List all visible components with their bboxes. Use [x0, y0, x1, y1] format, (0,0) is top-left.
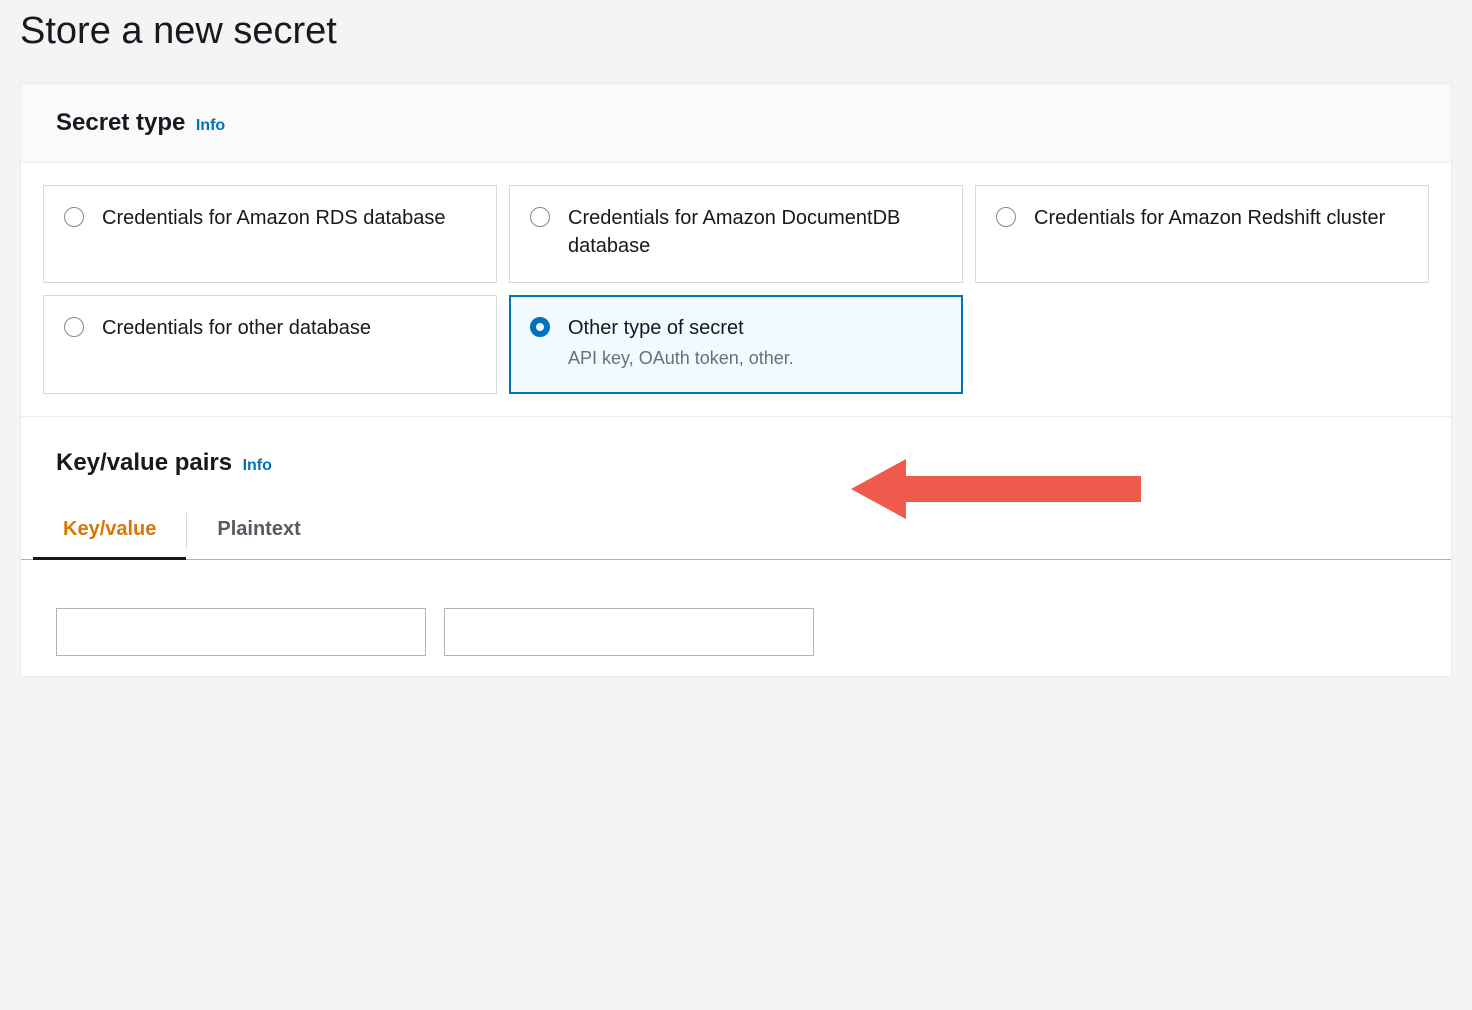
- tab-key-value[interactable]: Key/value: [33, 502, 186, 560]
- kv-tabs: Key/value Plaintext: [21, 502, 1451, 560]
- option-redshift[interactable]: Credentials for Amazon Redshift cluster: [975, 185, 1429, 283]
- value-input[interactable]: [444, 608, 814, 656]
- option-documentdb[interactable]: Credentials for Amazon DocumentDB databa…: [509, 185, 963, 283]
- radio-icon: [530, 317, 550, 337]
- key-value-info-link[interactable]: Info: [243, 457, 272, 474]
- tab-plaintext[interactable]: Plaintext: [187, 502, 330, 559]
- option-label: Other type of secret: [568, 314, 794, 342]
- key-value-header: Key/value pairs Info: [21, 416, 1451, 502]
- option-other-secret[interactable]: Other type of secret API key, OAuth toke…: [509, 295, 963, 394]
- option-label: Credentials for Amazon DocumentDB databa…: [568, 204, 942, 260]
- kv-input-row: [21, 560, 1451, 676]
- radio-icon: [996, 207, 1016, 227]
- radio-icon: [64, 207, 84, 227]
- option-label: Credentials for Amazon Redshift cluster: [1034, 204, 1385, 232]
- key-value-heading: Key/value pairs: [56, 449, 232, 477]
- radio-icon: [530, 207, 550, 227]
- option-label: Credentials for other database: [102, 314, 371, 342]
- option-rds[interactable]: Credentials for Amazon RDS database: [43, 185, 497, 283]
- page-title: Store a new secret: [20, 10, 1452, 53]
- radio-icon: [64, 317, 84, 337]
- secret-type-options: Credentials for Amazon RDS database Cred…: [21, 163, 1451, 416]
- option-other-db[interactable]: Credentials for other database: [43, 295, 497, 394]
- option-label: Credentials for Amazon RDS database: [102, 204, 446, 232]
- secret-type-info-link[interactable]: Info: [196, 117, 225, 134]
- secret-type-heading: Secret type: [56, 109, 185, 137]
- key-input[interactable]: [56, 608, 426, 656]
- secret-panel: Secret type Info Credentials for Amazon …: [20, 83, 1452, 677]
- option-desc: API key, OAuth token, other.: [568, 346, 794, 371]
- secret-type-header: Secret type Info: [21, 84, 1451, 163]
